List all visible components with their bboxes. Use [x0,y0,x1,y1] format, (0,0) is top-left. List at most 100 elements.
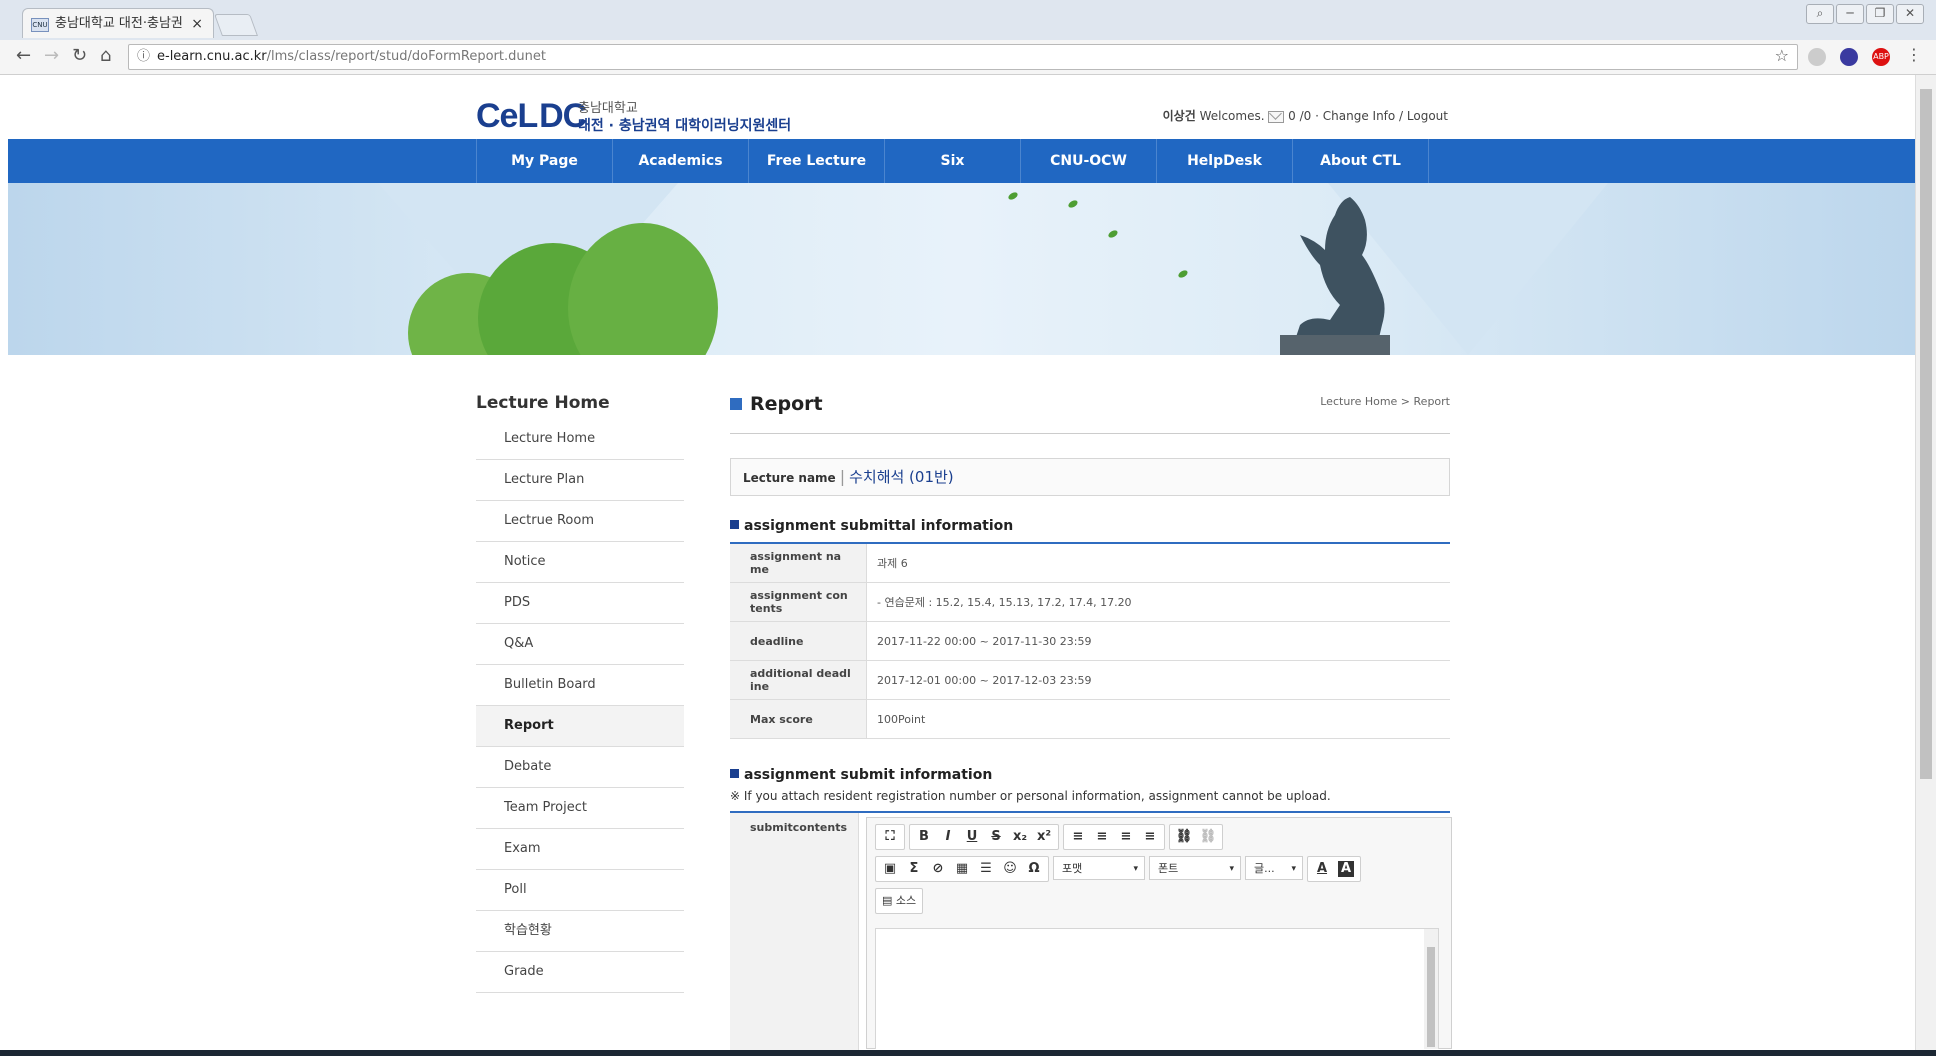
sidebar-item-debate[interactable]: Debate [476,747,684,788]
nav-free-lecture[interactable]: Free Lecture [749,139,885,183]
site-header: CeL DC 충남대학교 대전 · 충남권역 대학이러닝지원센터 이상건 Wel… [476,95,1448,139]
mail-count[interactable]: 0 /0 [1284,109,1311,123]
site-info-icon[interactable]: ⓘ [137,45,150,69]
url-host: e-learn.cnu.ac.kr [157,49,267,64]
table-row: assignment na me 과제 6 [730,544,1450,583]
nav-helpdesk[interactable]: HelpDesk [1157,139,1293,183]
font-size-select[interactable]: 글... ▾ [1245,856,1303,880]
sidebar-item-lecture-plan[interactable]: Lecture Plan [476,460,684,501]
sidebar-item-lecture-home[interactable]: Lecture Home [476,419,684,460]
formula-icon[interactable]: Σ [902,857,926,881]
forward-arrow-icon[interactable]: → [44,45,59,66]
leaf-illustration [1067,198,1079,210]
link-icon[interactable]: ⛓ [1172,825,1196,849]
os-taskbar [0,1050,1936,1056]
leaf-illustration [1007,190,1019,202]
address-bar[interactable]: ⓘ e-learn.cnu.ac.kr/lms/class/report/stu… [128,44,1798,70]
align-left-icon[interactable]: ≡ [1066,825,1090,849]
nav-cnu-ocw[interactable]: CNU-OCW [1021,139,1157,183]
table-row: additional deadl ine 2017-12-01 00:00 ~ 2… [730,660,1450,700]
row-label: assignment con tents [730,582,867,622]
new-tab-button[interactable] [213,14,259,36]
home-icon[interactable]: ⌂ [100,45,111,66]
unlink-icon[interactable]: ⛓ [1196,825,1220,849]
deadline-value: 2017-11-22 00:00 ~ 2017-11-30 23:59 [866,621,1450,661]
maximize-icon[interactable]: ⛶ [878,825,902,849]
title-bullet-icon [730,398,742,410]
tab-close-icon[interactable]: × [191,9,203,38]
smiley-icon[interactable]: ☺ [998,857,1022,881]
url-path: /lms/class/report/stud/doFormReport.dune… [266,49,546,64]
back-arrow-icon[interactable]: ← [16,45,31,66]
logout-link[interactable]: Logout [1407,109,1448,123]
sidebar-item-notice[interactable]: Notice [476,542,684,583]
row-label: additional deadl ine [730,660,867,700]
change-info-link[interactable]: Change Info [1323,109,1395,123]
table-icon[interactable]: ▦ [950,857,974,881]
nav-six-competencies[interactable]: Six competencies [885,139,1021,213]
bold-icon[interactable]: B [912,825,936,849]
reload-icon[interactable]: ↻ [72,45,87,66]
sidebar-item-poll[interactable]: Poll [476,870,684,911]
underline-icon[interactable]: U [960,825,984,849]
sidebar-item-team-project[interactable]: Team Project [476,788,684,829]
sidebar-item-exam[interactable]: Exam [476,829,684,870]
section-title-submittal-info: assignment submittal information [730,518,1450,544]
align-right-icon[interactable]: ≡ [1114,825,1138,849]
nav-about-ctl[interactable]: About CTL [1293,139,1429,183]
adblock-icon[interactable]: ABP [1872,48,1890,66]
align-justify-icon[interactable]: ≡ [1138,825,1162,849]
minimize-button[interactable]: ─ [1836,4,1864,24]
special-char-icon[interactable]: Ω [1022,857,1046,881]
align-center-icon[interactable]: ≡ [1090,825,1114,849]
page-scrollbar[interactable] [1915,75,1936,1050]
editor-scrollbar[interactable] [1424,929,1438,1049]
browser-menu-icon[interactable]: ⋮ [1906,45,1922,64]
row-label: assignment na me [730,544,867,583]
source-icon: ▤ [882,894,896,907]
sidebar-item-learning-status[interactable]: 학습현황 [476,911,684,952]
sidebar-item-bulletin-board[interactable]: Bulletin Board [476,665,684,706]
source-button[interactable]: ▤ 소스 [875,888,924,914]
editor-text-area[interactable] [875,928,1439,1049]
site-favicon-icon: CNU [31,18,49,32]
separator: | [839,467,846,486]
privacy-notice: ※ If you attach resident registration nu… [730,789,1450,813]
nav-academics[interactable]: Academics [613,139,749,183]
mail-icon[interactable] [1268,110,1285,123]
horizontal-line-icon[interactable]: ☰ [974,857,998,881]
superscript-icon[interactable]: x² [1032,825,1056,849]
extension-globe-icon[interactable] [1840,48,1858,66]
text-color-icon[interactable]: A [1310,857,1334,881]
site-logo[interactable]: CeL DC 충남대학교 대전 · 충남권역 대학이러닝지원센터 [476,97,796,137]
table-row: assignment con tents - 연습문제 : 15.2, 15.4,… [730,582,1450,622]
extension-icon[interactable] [1808,48,1826,66]
sidebar-item-report[interactable]: Report [476,706,684,747]
window-search-button[interactable]: ⌕ [1806,4,1834,24]
browser-tab[interactable]: CNU 충남대학교 대전·충남권 × [22,8,214,38]
editor-toolbar-row-3: ▤ 소스 [875,888,927,914]
main-content: Report Lecture Home > Report Lecture nam… [730,393,1452,1050]
sidebar-item-qna[interactable]: Q&A [476,624,684,665]
subscript-icon[interactable]: x₂ [1008,825,1032,849]
image-icon[interactable]: ▣ [878,857,902,881]
sidebar-item-lecture-room[interactable]: Lectrue Room [476,501,684,542]
chevron-down-icon: ▾ [1229,864,1234,874]
sidebar-item-grade[interactable]: Grade [476,952,684,993]
user-bar: 이상건 Welcomes. 0 /0 · Change Info / Logou… [1163,107,1448,124]
sidebar-menu: Lecture Home Lecture Plan Lectrue Room N… [476,419,684,993]
flash-icon[interactable]: ⊘ [926,857,950,881]
sidebar-item-pds[interactable]: PDS [476,583,684,624]
italic-icon[interactable]: I [936,825,960,849]
editor-toolbar-row-1: ⛶ B I U Sx₂ x² ≡ ≡ ≡ ≡ ⛓ ⛓ [875,824,1227,850]
format-select[interactable]: 포맷 ▾ [1053,856,1145,880]
restore-button[interactable]: ❐ [1866,4,1894,24]
bookmark-star-icon[interactable]: ☆ [1775,44,1789,68]
editor-toolbar-row-2: ▣ Σ ⊘ ▦ ☰ ☺ Ω 포맷 ▾ 폰트 ▾ 글... ▾ A A [875,856,1365,882]
background-color-icon[interactable]: A [1338,861,1354,877]
font-select[interactable]: 폰트 ▾ [1149,856,1241,880]
strikethrough-icon[interactable]: S [984,825,1008,849]
chevron-down-icon: ▾ [1133,864,1138,874]
close-window-button[interactable]: ✕ [1896,4,1924,24]
nav-my-page[interactable]: My Page [477,139,613,183]
